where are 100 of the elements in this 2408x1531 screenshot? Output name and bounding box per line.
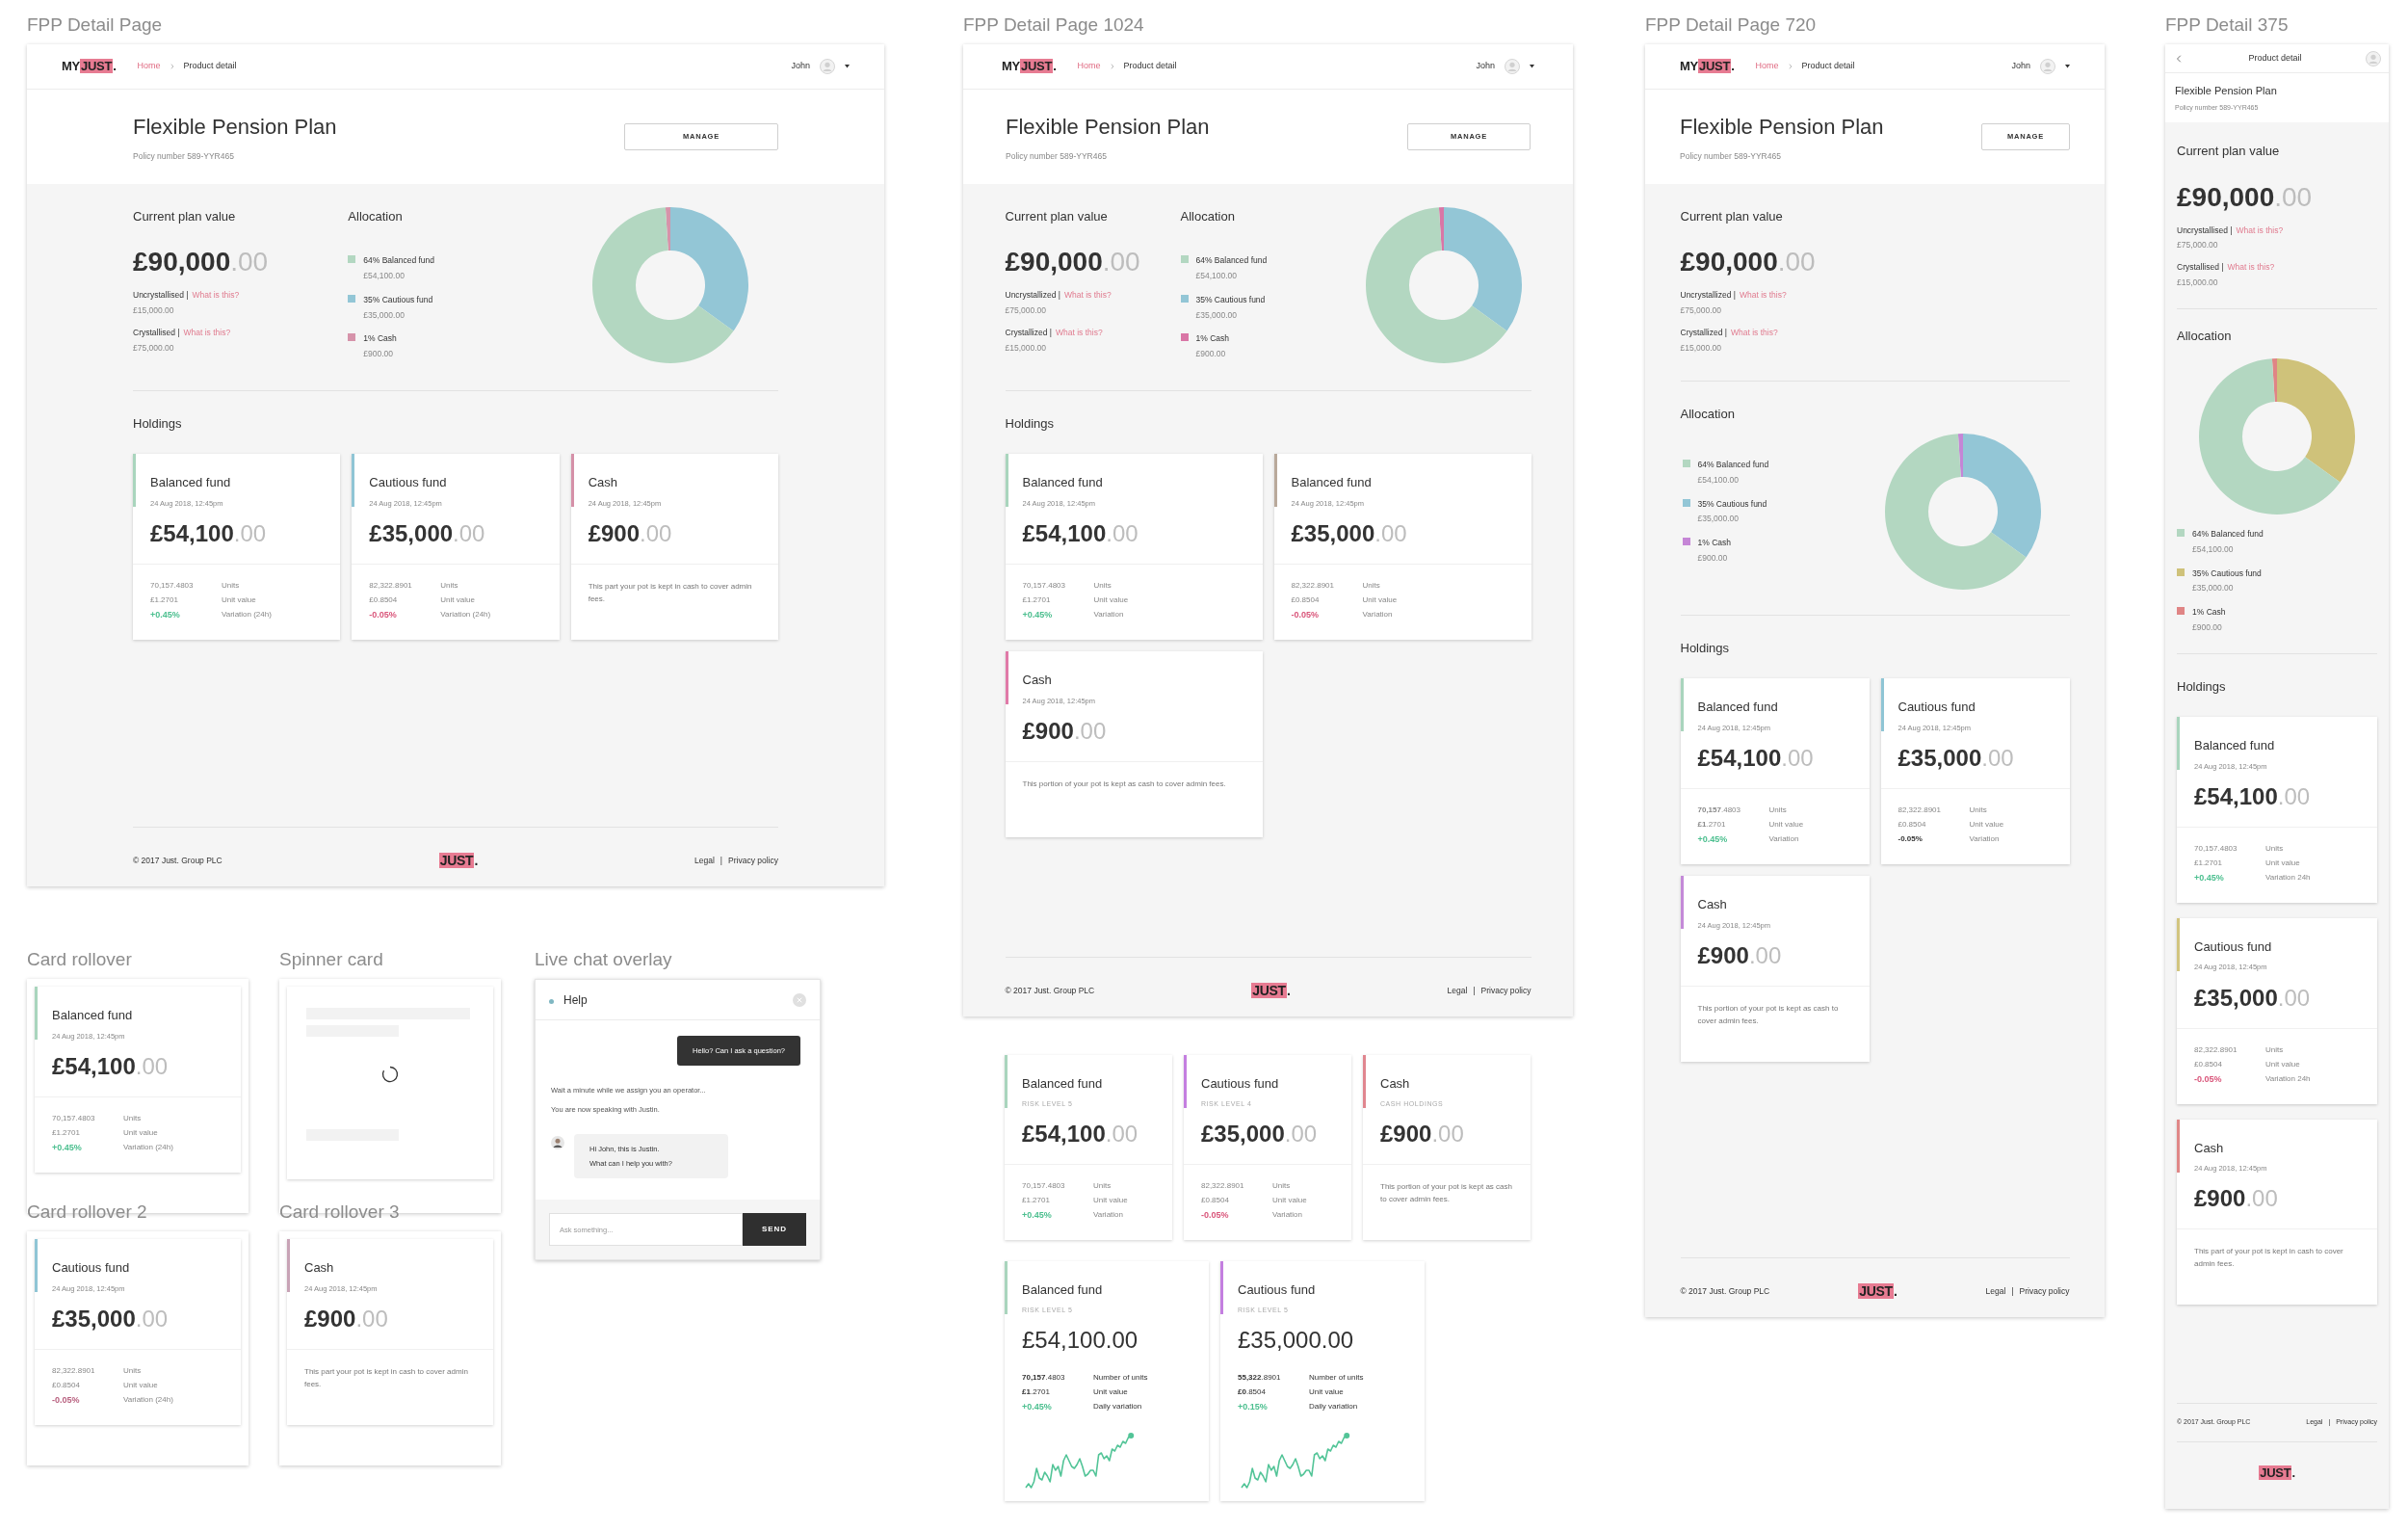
artboard-title: FPP Detail Page 1024 [963, 13, 1145, 37]
legend-amount: £35,000.00 [2192, 582, 2235, 594]
breadcrumb-link[interactable]: Product detail [1801, 60, 1855, 73]
legend-label: 1% Cash [1697, 537, 1731, 549]
avatar-icon[interactable] [820, 59, 835, 74]
legend-label: 64% Balanced fund [2192, 528, 2264, 541]
policy-number: Policy number 589-YYR465 [1680, 150, 1782, 163]
stat-figure: 70,157.4803 [2194, 842, 2238, 855]
legend-label: 35% Cautious fund [1195, 293, 1266, 306]
page-heading: Flexible Pension Plan [1006, 114, 1210, 141]
amount-value: £54,100.00 [1697, 745, 1814, 771]
legend-label: 35% Cautious fund [363, 293, 433, 306]
footer-link[interactable]: Privacy policy [2019, 1285, 2070, 1298]
amount-value: £900.00 [1697, 941, 1782, 968]
fund-name: Cautious fund [52, 1259, 131, 1277]
amount-value: £54,100.00 [1022, 1121, 1139, 1147]
page-heading: Flexible Pension Plan [133, 114, 337, 141]
stat-figure: +0.45% [1022, 609, 1053, 621]
logo[interactable]: MYJUST. [62, 57, 117, 76]
caret-icon[interactable] [2065, 65, 2070, 68]
caret-icon[interactable] [1530, 65, 1534, 68]
amount-value: £90,000.00 [2177, 181, 2313, 212]
legend-amount: £900.00 [2192, 620, 2223, 634]
stat-figure: £0.8504 [1291, 594, 1320, 606]
logo[interactable]: MYJUST. [1002, 57, 1057, 76]
line-amount: £75,000.00 [1005, 304, 1048, 317]
card-note: This part your pot is kept in cash to cover admin fees. [304, 1365, 469, 1390]
footer-link[interactable]: Privacy policy [1480, 985, 1531, 997]
fund-name: Cash [1380, 1075, 1411, 1093]
amount-value: £900.00 [1380, 1121, 1464, 1147]
card-note: This part your pot is kept in cash to cover admin fees. [588, 581, 753, 605]
amount-value: £35,000.00 [1291, 520, 1407, 546]
section-heading: Holdings [1680, 639, 1731, 657]
stat-figure: £0.8504 [1201, 1195, 1229, 1206]
stat-label: Unit value [2265, 857, 2301, 869]
avatar-icon[interactable] [1505, 59, 1520, 74]
stat-label: Variation [1272, 1209, 1303, 1221]
artboard-title: Card rollover 2 [27, 1201, 148, 1224]
footer-link[interactable]: Legal [1447, 985, 1468, 997]
fund-name: Cautious fund [369, 474, 448, 492]
stat-label: Units [1272, 1180, 1292, 1192]
stat-label: Variation (24h) [123, 1393, 174, 1406]
footer-link[interactable]: Legal [1985, 1285, 2006, 1298]
amount-value: £35,000.00 [1898, 745, 2014, 771]
fund-name: Cash [588, 474, 618, 492]
footer-link[interactable]: Privacy policy [728, 855, 778, 867]
stat-label: Variation [1969, 833, 2001, 845]
legend-label: 64% Balanced fund [1195, 254, 1268, 267]
stat-label: Unit value [1309, 1386, 1345, 1398]
stat-figure: 70,157.4803 [1022, 1372, 1065, 1384]
stat-label: Unit value [1768, 819, 1805, 831]
send-button[interactable]: SEND [743, 1213, 806, 1247]
stat-label: Units [123, 1112, 143, 1124]
avatar-icon[interactable] [2040, 59, 2055, 74]
stat-figure: 82,322.8901 [369, 580, 412, 592]
fund-name: Cash [304, 1259, 335, 1277]
logo[interactable]: MYJUST. [1680, 57, 1735, 76]
stat-figure: £0.8504 [2194, 1058, 2222, 1070]
avatar-icon [551, 1135, 564, 1149]
logo[interactable]: JUST. [2259, 1463, 2295, 1482]
amount-value: £900.00 [588, 520, 672, 546]
stat-figure: -0.05% [369, 609, 397, 621]
stat-label: Daily variation [1093, 1401, 1143, 1412]
footer-link[interactable]: Legal [694, 855, 715, 867]
stat-label: Unit value [123, 1379, 159, 1391]
caret-icon[interactable] [845, 65, 850, 68]
stat-label: Unit value [1093, 1195, 1129, 1206]
stat-figure: -0.05% [2194, 1072, 2222, 1086]
link-separator: | [2011, 1285, 2014, 1298]
stat-figure: £1.2701 [1697, 819, 1726, 831]
artboard-title: Card rollover [27, 948, 133, 971]
stat-label: Variation (24h) [440, 609, 492, 620]
legend-label: 35% Cautious fund [1697, 497, 1767, 511]
policy-number: Policy number 589-YYR465 [133, 150, 235, 163]
stat-figure: +0.45% [1022, 1401, 1052, 1413]
stat-label: Units [222, 580, 241, 592]
user-name[interactable]: John [791, 60, 810, 73]
line-amount: £75,000.00 [2177, 239, 2219, 251]
logo[interactable]: JUST. [438, 851, 478, 871]
fund-name: Balanced fund [2194, 737, 2276, 754]
stat-label: Daily variation [1309, 1401, 1359, 1412]
stat-figure: 70,157.4803 [150, 580, 194, 592]
stat-figure: £0.8504 [52, 1379, 80, 1391]
user-name[interactable]: John [2011, 60, 2030, 73]
stat-figure: 82,322.8901 [1898, 805, 1941, 816]
amount-value: £90,000.00 [1680, 247, 1816, 277]
stat-figure: £1.2701 [52, 1126, 80, 1139]
breadcrumb-link[interactable]: Product detail [183, 60, 237, 73]
breadcrumb-link[interactable]: Product detail [1123, 60, 1177, 73]
amount-value: £35,000.00 [2194, 984, 2311, 1011]
stat-label: Variation [1362, 609, 1394, 620]
artboard-title: FPP Detail Page [27, 13, 164, 37]
stat-figure: 70,157.4803 [1697, 805, 1741, 816]
copyright-text: © 2017 Just. Group PLC [1680, 1285, 1770, 1298]
legend-amount: £54,100.00 [1697, 473, 1741, 487]
user-name[interactable]: John [1476, 60, 1495, 73]
amount-value: £35,000.00 [1238, 1327, 1354, 1353]
page-heading: Flexible Pension Plan [1680, 114, 1884, 141]
legend-amount: £35,000.00 [1195, 308, 1239, 322]
avatar-icon[interactable] [2366, 50, 2381, 66]
